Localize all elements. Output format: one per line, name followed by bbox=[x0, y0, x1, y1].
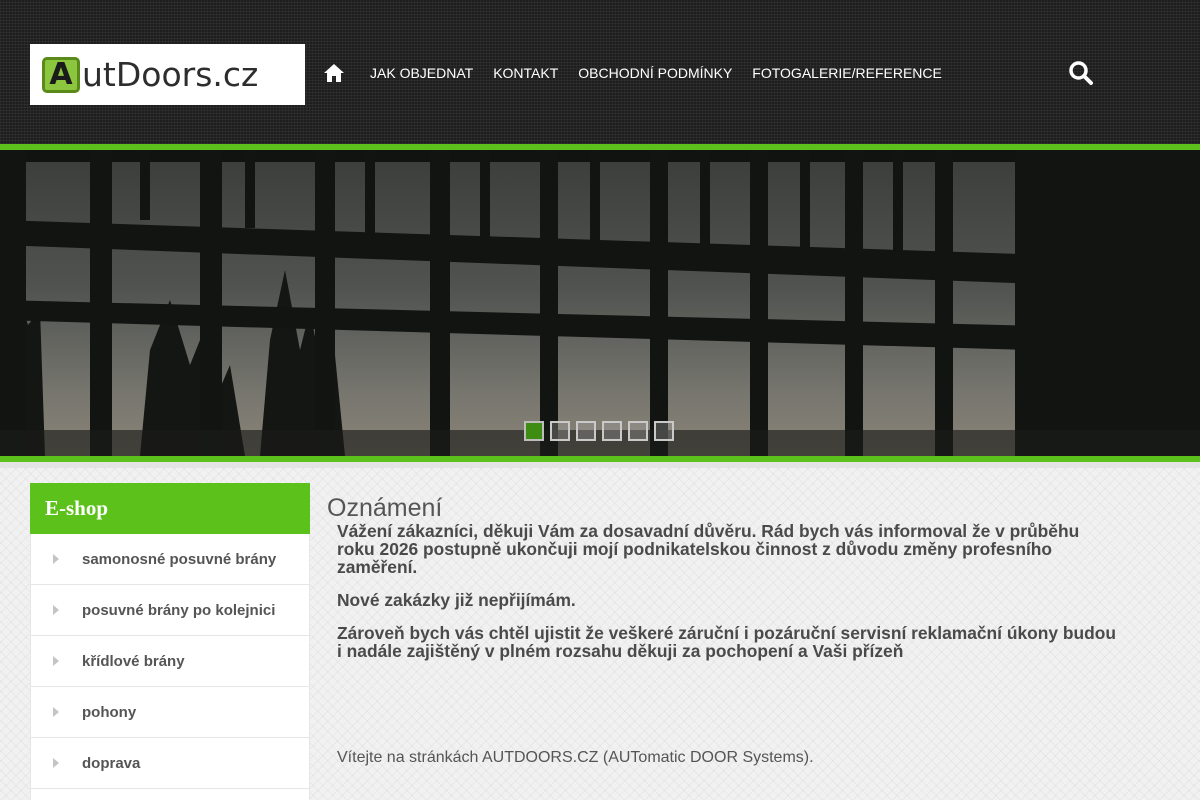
welcome-text: Vítejte na stránkách AUTDOORS.CZ (AUToma… bbox=[337, 749, 814, 766]
slider-bottom-border bbox=[0, 462, 1200, 468]
slider-dot-3[interactable] bbox=[576, 421, 596, 441]
sidebar-item-samonosne[interactable]: samonosné posuvné brány bbox=[30, 534, 310, 585]
sidebar-item-doprava[interactable]: doprava bbox=[30, 738, 310, 789]
slider-dot-6[interactable] bbox=[654, 421, 674, 441]
eshop-sidebar: E-shop samonosné posuvné brány posuvné b… bbox=[30, 483, 310, 800]
logo-text: utDoors.cz bbox=[82, 55, 259, 94]
page-title: Oznámení bbox=[327, 494, 443, 522]
sidebar-item-kolejnice[interactable]: posuvné brány po kolejnici bbox=[30, 585, 310, 636]
slider-dot-5[interactable] bbox=[628, 421, 648, 441]
sidebar-item-pohony[interactable]: pohony bbox=[30, 687, 310, 738]
announcement-paragraph: Vážení zákazníci, děkuji Vám za dosavadn… bbox=[337, 521, 1080, 577]
slider-image bbox=[0, 150, 1200, 456]
site-header: A utDoors.cz JAK OBJEDNAT KONTAKT OBCHOD… bbox=[0, 0, 1200, 144]
chevron-right-icon bbox=[53, 605, 59, 615]
sidebar-item-label: křídlové brány bbox=[82, 652, 185, 670]
slider-dots bbox=[524, 421, 680, 441]
search-icon[interactable] bbox=[1068, 60, 1094, 86]
slider-dot-1[interactable] bbox=[524, 421, 544, 441]
main-content: Oznámení Vážení zákazníci, děkuji Vám za… bbox=[327, 494, 1127, 675]
sidebar-item-label: samonosné posuvné brány bbox=[82, 550, 277, 568]
slider-dot-4[interactable] bbox=[602, 421, 622, 441]
slider-dot-2[interactable] bbox=[550, 421, 570, 441]
nav-item-obchodni-podminky[interactable]: OBCHODNÍ PODMÍNKY bbox=[578, 65, 732, 81]
chevron-right-icon bbox=[53, 554, 59, 564]
chevron-right-icon bbox=[53, 656, 59, 666]
announcement-paragraph: Nové zakázky již nepřijímám. bbox=[337, 590, 576, 610]
sidebar-item-more[interactable] bbox=[30, 789, 310, 800]
sidebar-title: E-shop bbox=[30, 483, 310, 534]
home-icon[interactable] bbox=[322, 61, 346, 85]
logo[interactable]: A utDoors.cz bbox=[30, 44, 305, 105]
announcement-paragraph: Zároveň bych vás chtěl ujistit že vešker… bbox=[337, 623, 1116, 661]
logo-letter: A bbox=[42, 56, 80, 93]
sidebar-item-kridlove[interactable]: křídlové brány bbox=[30, 636, 310, 687]
sidebar-item-label: posuvné brány po kolejnici bbox=[82, 601, 276, 619]
nav-item-jak-objednat[interactable]: JAK OBJEDNAT bbox=[370, 65, 473, 81]
chevron-right-icon bbox=[53, 758, 59, 768]
hero-slider bbox=[0, 150, 1200, 456]
main-nav: JAK OBJEDNAT KONTAKT OBCHODNÍ PODMÍNKY F… bbox=[322, 60, 962, 86]
nav-item-kontakt[interactable]: KONTAKT bbox=[493, 65, 558, 81]
announcement: Vážení zákazníci, děkuji Vám za dosavadn… bbox=[337, 522, 1117, 660]
sidebar-item-label: pohony bbox=[82, 703, 137, 721]
chevron-right-icon bbox=[53, 707, 59, 717]
nav-item-fotogalerie[interactable]: FOTOGALERIE/REFERENCE bbox=[752, 65, 942, 81]
sidebar-item-label: doprava bbox=[82, 754, 141, 772]
